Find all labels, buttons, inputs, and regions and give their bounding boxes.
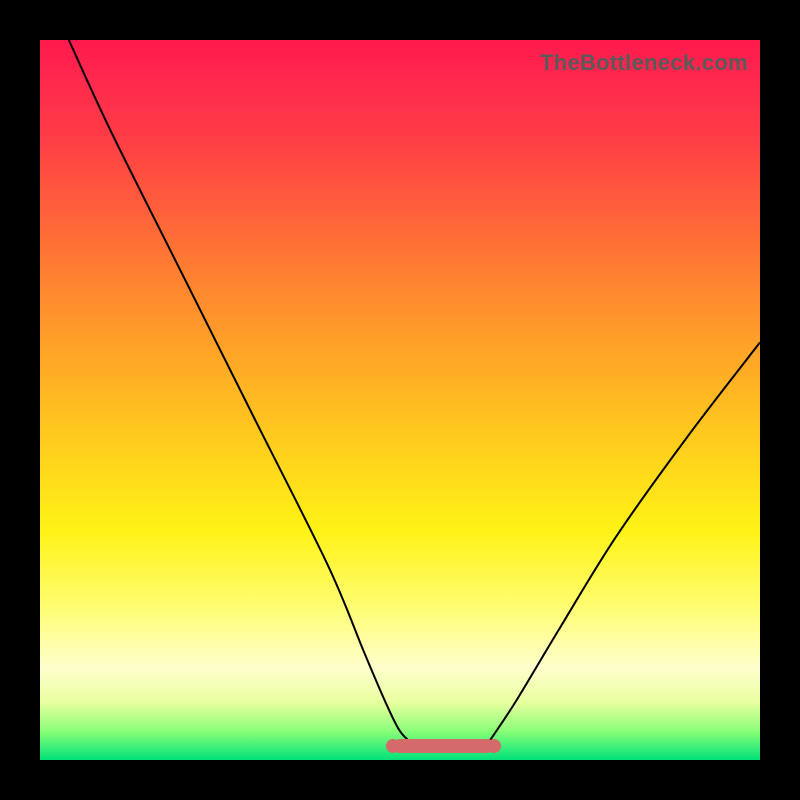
right-curve xyxy=(486,342,760,745)
curve-layer xyxy=(40,40,760,760)
valley-marker xyxy=(393,739,494,753)
chart-frame: TheBottleneck.com xyxy=(0,0,800,800)
plot-area: TheBottleneck.com xyxy=(40,40,760,760)
left-curve xyxy=(69,40,415,746)
